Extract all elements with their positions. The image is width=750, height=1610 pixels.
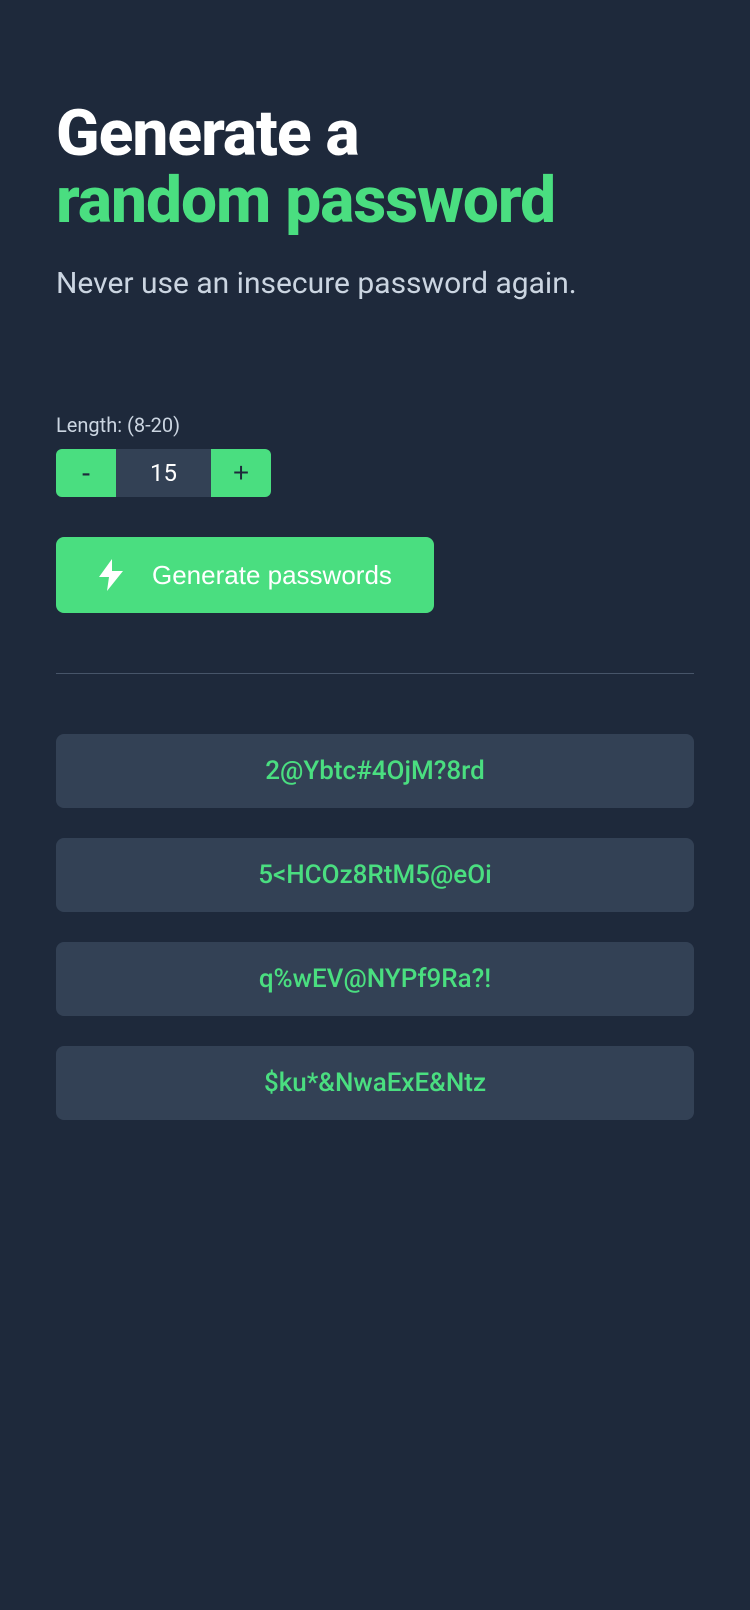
bolt-icon (98, 559, 124, 591)
page-title: Generate a random password (56, 100, 694, 234)
password-item[interactable]: 5<HCOz8RtM5@eOi (56, 838, 694, 912)
title-part-2: random password (56, 163, 555, 238)
length-stepper: - 15 + (56, 449, 694, 497)
increment-button[interactable]: + (211, 449, 271, 497)
length-value: 15 (116, 449, 211, 497)
decrement-button[interactable]: - (56, 449, 116, 497)
length-label: Length: (8-20) (56, 413, 694, 437)
password-item[interactable]: $ku*&NwaExE&Ntz (56, 1046, 694, 1120)
password-item[interactable]: 2@Ybtc#4OjM?8rd (56, 734, 694, 808)
passwords-list: 2@Ybtc#4OjM?8rd 5<HCOz8RtM5@eOi q%wEV@NY… (56, 734, 694, 1120)
subtitle: Never use an insecure password again. (56, 264, 694, 303)
password-item[interactable]: q%wEV@NYPf9Ra?! (56, 942, 694, 1016)
generate-button[interactable]: Generate passwords (56, 537, 434, 613)
title-part-1: Generate a (56, 96, 359, 171)
generate-button-label: Generate passwords (152, 560, 392, 591)
divider (56, 673, 694, 674)
